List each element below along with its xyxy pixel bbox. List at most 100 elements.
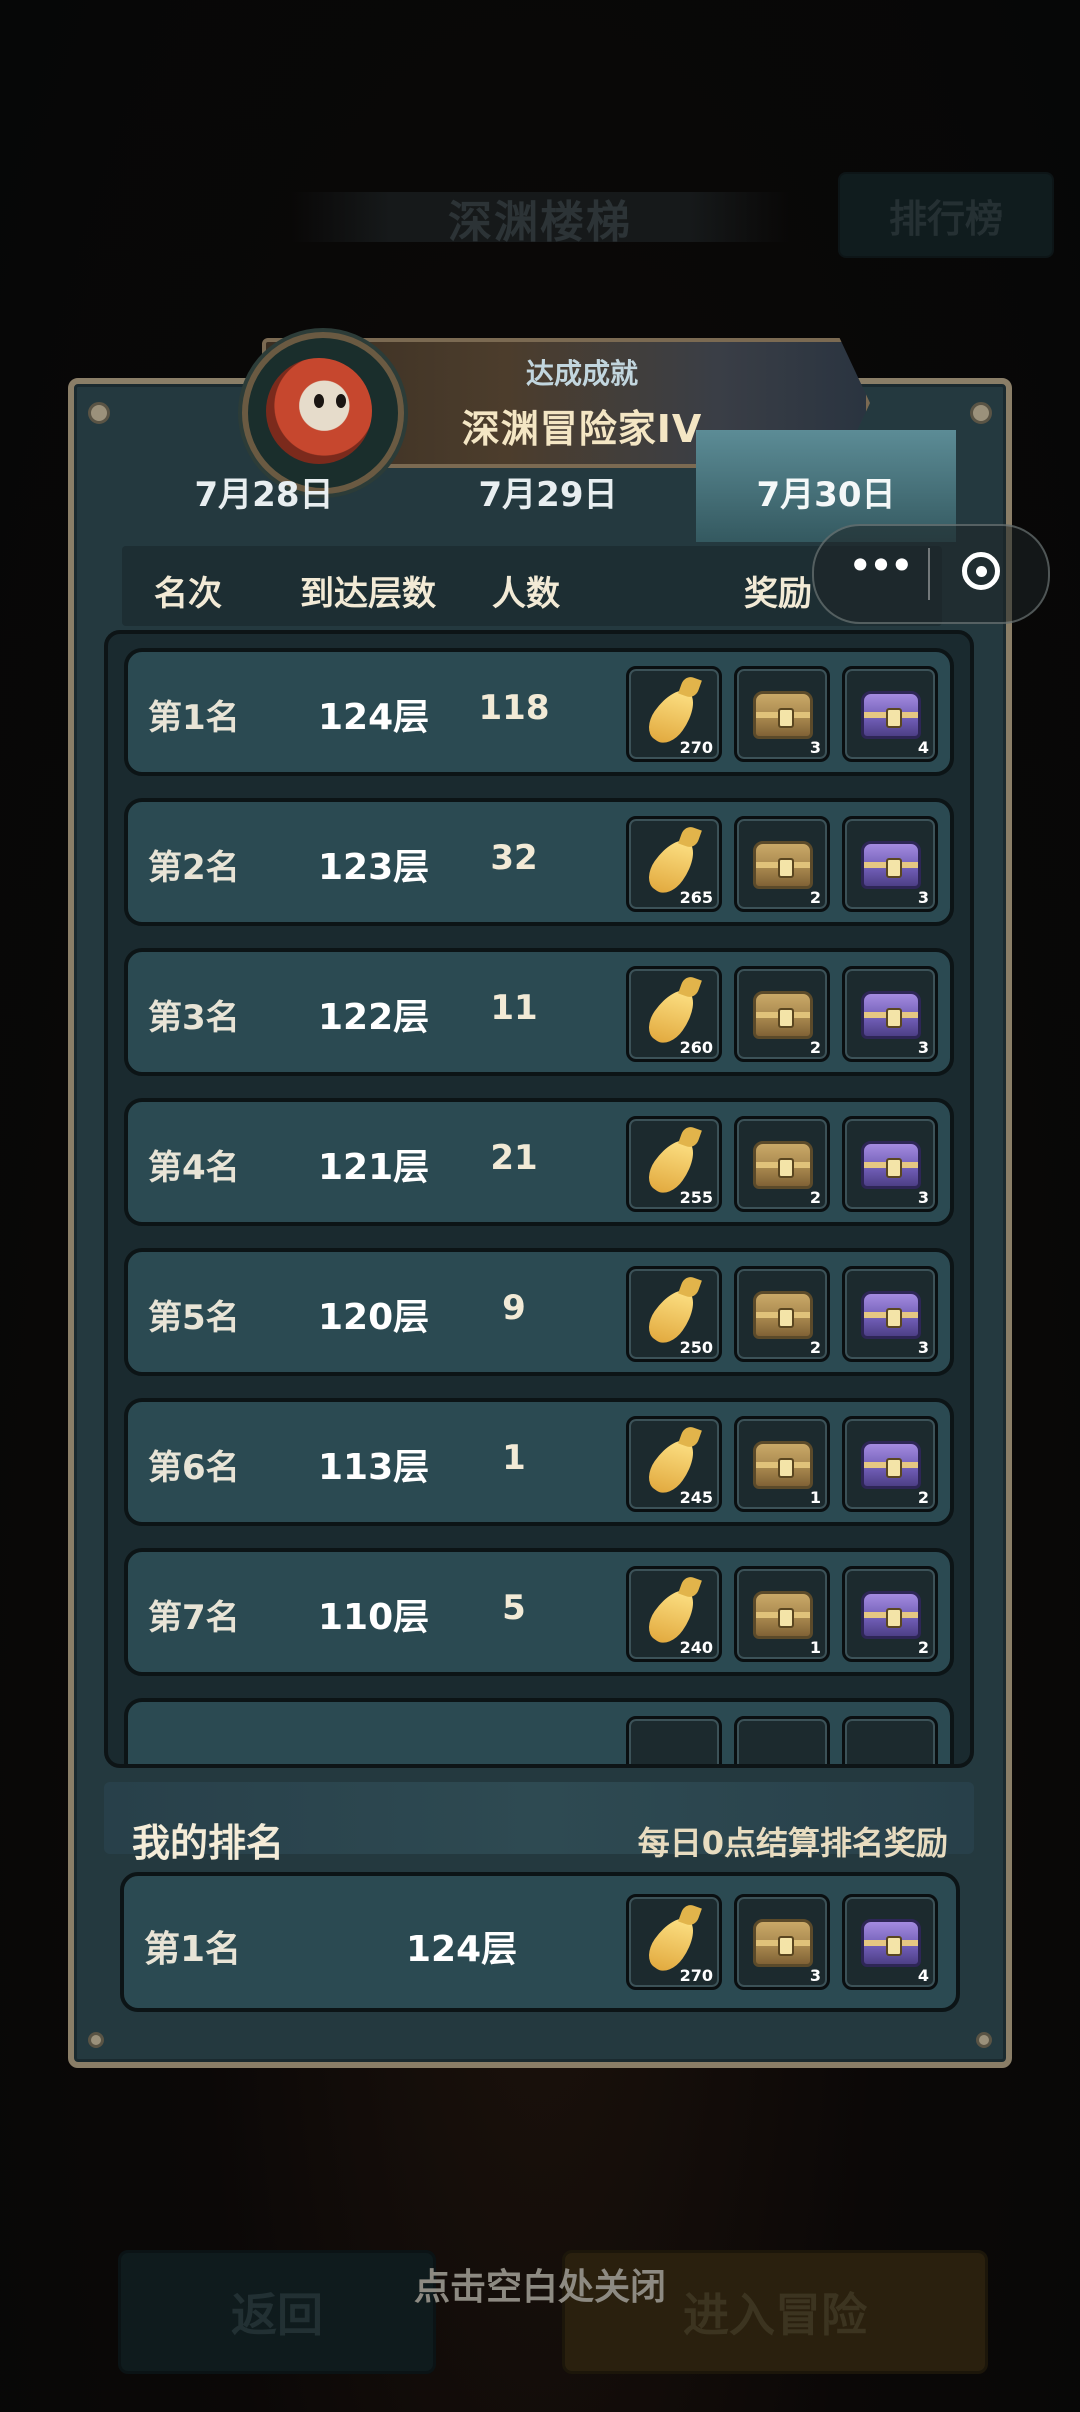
my-rank-position: 第1名 xyxy=(144,1929,242,1970)
reward-slot[interactable]: 240 xyxy=(626,1566,722,1662)
ranking-row: 第4名 121层 21 255 2 3 xyxy=(124,1098,954,1226)
close-hint[interactable]: 点击空白处关闭 xyxy=(0,2258,1080,2310)
floor-reached: 110层 xyxy=(318,1597,430,1638)
reward-slot xyxy=(734,1716,830,1764)
rank-label: 第5名 xyxy=(148,1298,240,1338)
lock-icon xyxy=(778,858,794,878)
reward-quantity: 2 xyxy=(917,1638,929,1657)
reward-quantity: 2 xyxy=(809,1188,821,1207)
reward-quantity: 3 xyxy=(917,1038,929,1057)
reward-slot[interactable]: 4 xyxy=(842,1894,938,1990)
reward-quantity: 255 xyxy=(679,1188,713,1207)
reward-slot[interactable]: 3 xyxy=(734,1894,830,1990)
reward-slot[interactable]: 3 xyxy=(842,1266,938,1362)
background-title: 深渊楼梯 xyxy=(448,197,632,248)
reward-slot xyxy=(842,1716,938,1764)
lock-icon xyxy=(886,708,902,728)
purple-chest-icon xyxy=(861,1291,921,1339)
column-floor: 到达层数 xyxy=(300,574,436,614)
ranking-row: 第1名 124层 118 270 3 4 xyxy=(124,648,954,776)
rank-label: 第1名 xyxy=(148,698,240,738)
reward-slot[interactable]: 265 xyxy=(626,816,722,912)
reward-slot[interactable]: 2 xyxy=(734,1266,830,1362)
reward-slot xyxy=(626,1716,722,1764)
purple-chest-icon xyxy=(861,1441,921,1489)
lock-icon xyxy=(886,1308,902,1328)
lock-icon xyxy=(886,1936,902,1956)
reward-quantity: 265 xyxy=(679,888,713,907)
gold-chest-icon xyxy=(753,1919,813,1967)
close-miniprogram-icon[interactable] xyxy=(962,552,1000,590)
floor-reached: 113层 xyxy=(318,1447,430,1488)
player-count: 11 xyxy=(490,988,538,1028)
reward-quantity: 2 xyxy=(809,1038,821,1057)
purple-chest-icon xyxy=(861,1141,921,1189)
lock-icon xyxy=(778,1608,794,1628)
more-options-icon[interactable]: ••• xyxy=(844,545,914,600)
floor-reached: 124层 xyxy=(318,697,430,738)
corner-rivet xyxy=(88,2032,104,2048)
reward-slot[interactable]: 3 xyxy=(734,666,830,762)
avatar-eye xyxy=(314,394,324,408)
ranking-row: 第6名 113层 1 245 1 2 xyxy=(124,1398,954,1526)
lock-icon xyxy=(778,1158,794,1178)
floor-reached: 123层 xyxy=(318,847,430,888)
reward-slot[interactable]: 1 xyxy=(734,1566,830,1662)
ranking-row: 第2名 123层 32 265 2 3 xyxy=(124,798,954,926)
reward-slot[interactable]: 2 xyxy=(842,1566,938,1662)
reward-quantity: 1 xyxy=(809,1488,821,1507)
lock-icon xyxy=(778,1458,794,1478)
gold-chest-icon xyxy=(753,691,813,739)
ranking-row: 第5名 120层 9 250 2 3 xyxy=(124,1248,954,1376)
lock-icon xyxy=(886,1158,902,1178)
reward-quantity: 3 xyxy=(809,738,821,757)
reward-slot[interactable]: 2 xyxy=(734,966,830,1062)
reward-slot[interactable]: 3 xyxy=(842,1116,938,1212)
rank-label: 第4名 xyxy=(148,1148,240,1188)
column-reward: 奖励 xyxy=(744,574,812,614)
my-rank-row: 第1名 124层 270 3 4 xyxy=(120,1872,960,2012)
floor-reached: 121层 xyxy=(318,1147,430,1188)
floor-reached: 122层 xyxy=(318,997,430,1038)
reward-slot[interactable]: 260 xyxy=(626,966,722,1062)
floor-reached: 120层 xyxy=(318,1297,430,1338)
reward-slot[interactable]: 270 xyxy=(626,666,722,762)
reward-slot[interactable]: 255 xyxy=(626,1116,722,1212)
lock-icon xyxy=(886,1008,902,1028)
reward-quantity: 250 xyxy=(679,1338,713,1357)
reward-slot[interactable]: 2 xyxy=(734,816,830,912)
rank-label: 第6名 xyxy=(148,1448,240,1488)
reward-slot[interactable]: 270 xyxy=(626,1894,722,1990)
reward-slot[interactable]: 3 xyxy=(842,816,938,912)
reward-slot[interactable]: 2 xyxy=(842,1416,938,1512)
reward-quantity: 2 xyxy=(809,1338,821,1357)
lock-icon xyxy=(778,1308,794,1328)
reward-slot[interactable]: 4 xyxy=(842,666,938,762)
ranking-row: 第7名 110层 5 240 1 2 xyxy=(124,1548,954,1676)
purple-chest-icon xyxy=(861,691,921,739)
reward-slot[interactable]: 1 xyxy=(734,1416,830,1512)
reward-slot[interactable]: 3 xyxy=(842,966,938,1062)
player-count: 9 xyxy=(502,1288,526,1328)
ranking-row-partial xyxy=(124,1698,954,1764)
tab-date-1[interactable]: 7月28日 xyxy=(134,430,394,542)
reward-quantity: 3 xyxy=(917,1188,929,1207)
reward-slot[interactable]: 245 xyxy=(626,1416,722,1512)
lock-icon xyxy=(778,1008,794,1028)
gold-chest-icon xyxy=(753,1291,813,1339)
ranking-list[interactable]: 第1名 124层 118 270 3 4 第2名 123层 32 265 2 3 第3名 122层 11 26… xyxy=(104,630,974,1768)
player-count: 1 xyxy=(502,1438,526,1478)
reward-slot[interactable]: 2 xyxy=(734,1116,830,1212)
reward-quantity: 3 xyxy=(917,1338,929,1357)
corner-rivet xyxy=(976,2032,992,2048)
reward-slot[interactable]: 250 xyxy=(626,1266,722,1362)
gold-chest-icon xyxy=(753,991,813,1039)
reward-quantity: 245 xyxy=(679,1488,713,1507)
rank-label: 第7名 xyxy=(148,1598,240,1638)
leaderboard-button: 排行榜 xyxy=(838,172,1054,258)
lock-icon xyxy=(778,1936,794,1956)
tab-date-2[interactable]: 7月29日 xyxy=(418,430,678,542)
purple-chest-icon xyxy=(861,1591,921,1639)
rank-label: 第3名 xyxy=(148,998,240,1038)
lock-icon xyxy=(778,708,794,728)
